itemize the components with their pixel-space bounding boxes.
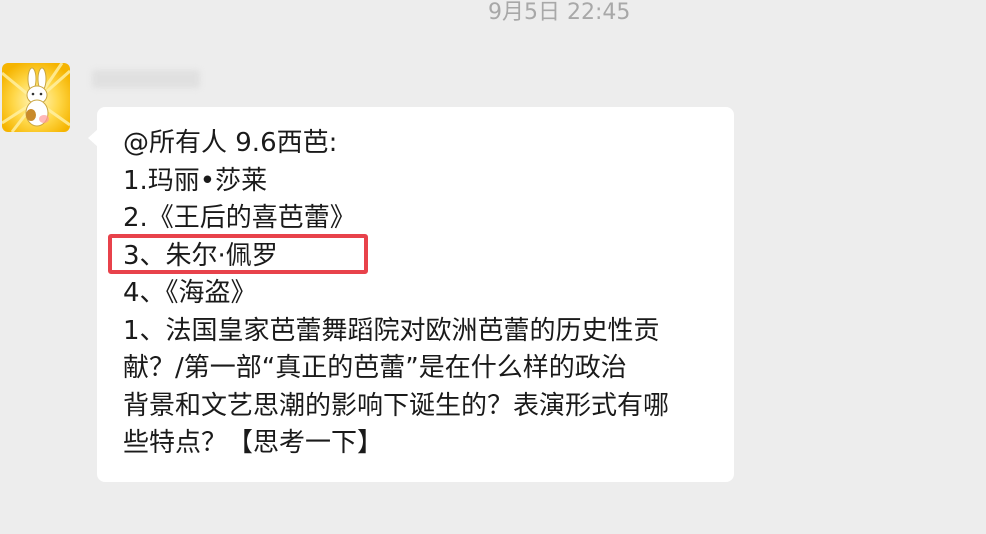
chat-timestamp: 9月5日 22:45 <box>488 0 631 25</box>
cartoon-rabbit-avatar-icon <box>2 63 70 132</box>
message-line: 2.《王后的喜芭蕾》 <box>123 203 356 233</box>
message-line: 献？/第一部“真正的芭蕾”是在什么样的政治 <box>123 353 627 383</box>
message-line: @所有人 9.6西芭: <box>123 128 338 158</box>
message-line: 些特点？【思考一下】 <box>123 428 384 458</box>
message-line: 1.玛丽•莎莱 <box>123 165 268 196</box>
message-bubble[interactable]: @所有人 9.6西芭: 1.玛丽•莎莱 2.《王后的喜芭蕾》 3、朱尔·佩罗 4… <box>88 107 734 482</box>
message-line: 4、《海盗》 <box>123 278 257 308</box>
bubble-tail <box>88 129 98 147</box>
message-line: 背景和文艺思潮的影响下诞生的？表演形式有哪 <box>123 390 670 421</box>
sender-name-blurred <box>92 70 200 88</box>
sender-avatar[interactable] <box>2 63 70 132</box>
message-text: @所有人 9.6西芭: 1.玛丽•莎莱 2.《王后的喜芭蕾》 3、朱尔·佩罗 4… <box>123 125 723 463</box>
highlight-box <box>108 234 368 274</box>
message-line: 1、法国皇家芭蕾舞蹈院对欧洲芭蕾的历史性贡 <box>123 315 660 346</box>
next-message-cutoff <box>455 520 705 534</box>
